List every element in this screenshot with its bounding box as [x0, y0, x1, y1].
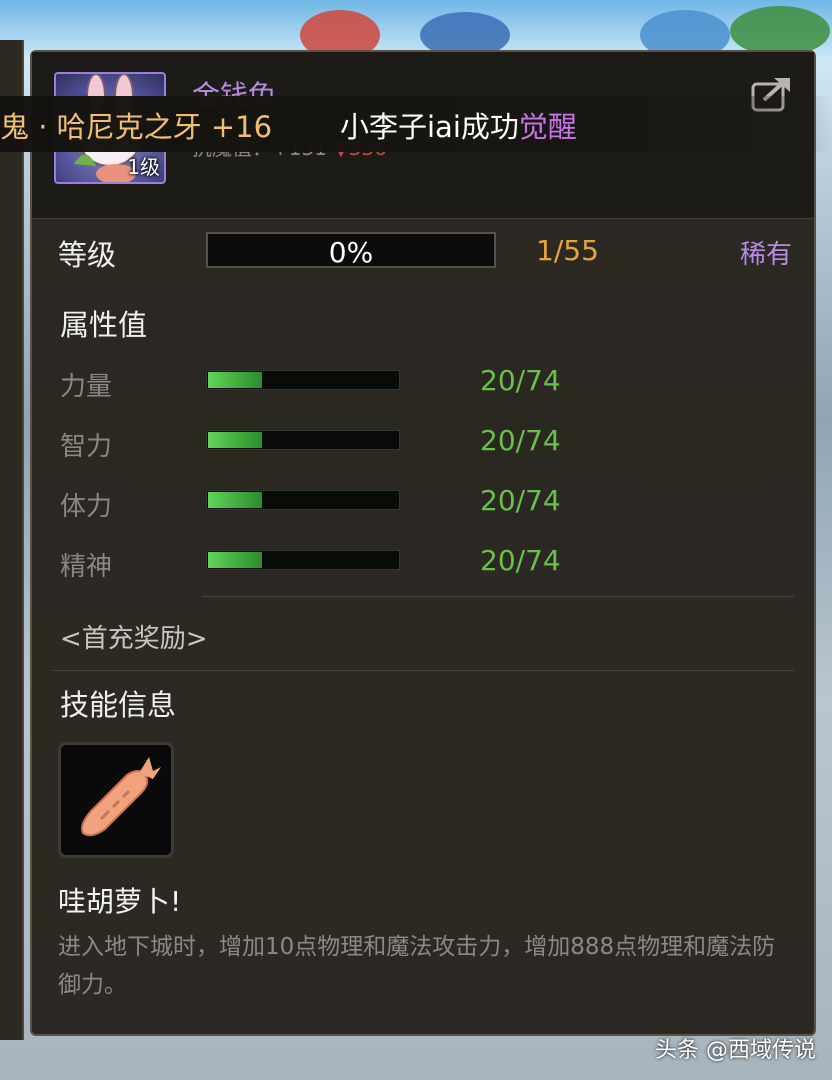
attr-label-spirit: 精神 — [60, 552, 113, 582]
watermark: 头条 @西域传说 — [655, 1038, 816, 1063]
banner-awaken-text: 觉醒 — [518, 110, 577, 144]
attr-bar-stamina — [206, 490, 400, 510]
banner-item-name: 鬼 · 哈尼克之牙 +16 — [0, 110, 273, 144]
level-progress-text: 0% — [328, 236, 374, 269]
skill-description: 进入地下城时，增加10点物理和魔法攻击力，增加888点物理和魔法防御力。 — [58, 934, 776, 998]
attr-bar-spirit — [206, 550, 400, 570]
attr-label-intelligence: 智力 — [60, 432, 113, 462]
attr-bar-intelligence — [206, 430, 400, 450]
attr-value-stamina: 20/74 — [480, 484, 561, 517]
attr-bar-strength — [206, 370, 400, 390]
banner-message: 小李子iai成功觉醒 — [340, 104, 577, 146]
pet-detail-panel: 1级 金钱兔 抗魔值：+131 ▼336 等级 0% 1/55 稀有 属性值 力… — [30, 50, 816, 1036]
attributes-title: 属性值 — [60, 308, 148, 342]
skill-section-title: 技能信息 — [60, 688, 177, 722]
attr-value-strength: 20/74 — [480, 364, 561, 397]
side-panel-edge — [0, 40, 24, 1040]
attr-fill — [208, 372, 262, 388]
banner-message-text: 小李子iai成功 — [340, 110, 519, 144]
divider — [202, 596, 794, 597]
level-count: 1/55 — [536, 234, 599, 267]
attr-label-strength: 力量 — [60, 372, 113, 402]
carrot-icon — [81, 757, 161, 837]
attr-fill — [208, 552, 262, 568]
level-label: 等级 — [58, 238, 117, 272]
level-progress-bar: 0% — [206, 232, 496, 269]
pet-level-badge: 1级 — [127, 155, 160, 179]
attr-fill — [208, 492, 262, 508]
attr-value-intelligence: 20/74 — [480, 424, 561, 457]
attr-value-spirit: 20/74 — [480, 544, 561, 577]
skill-name: 哇胡萝卜! — [58, 885, 182, 918]
first-charge-reward[interactable]: <首充奖励> — [60, 618, 208, 655]
broadcast-banner: 鬼 · 哈尼克之牙 +16 小李子iai成功觉醒 — [0, 96, 832, 152]
skill-icon-slot[interactable] — [58, 742, 174, 858]
attr-label-stamina: 体力 — [60, 492, 113, 522]
attr-fill — [208, 432, 262, 448]
rarity-badge: 稀有 — [739, 240, 792, 270]
background-decoration — [730, 6, 830, 56]
divider — [52, 670, 794, 671]
